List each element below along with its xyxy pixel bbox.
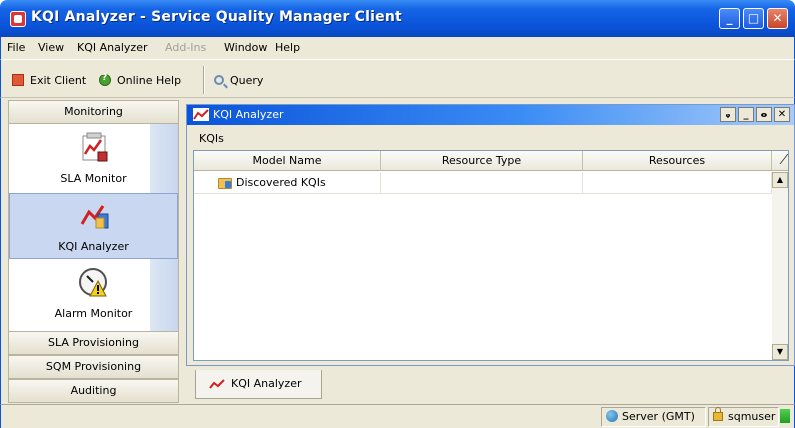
alarm-monitor-icon [79, 268, 107, 297]
scroll-down-arrow[interactable]: ▼ [772, 344, 788, 360]
help-icon [99, 73, 111, 86]
kqis-label: KQIs [199, 132, 224, 145]
inner-restore-button[interactable]: ⴰ [756, 107, 772, 122]
menu-view[interactable]: View [38, 41, 64, 54]
exit-icon [12, 74, 24, 86]
vertical-scrollbar[interactable]: ▲ ▼ [772, 172, 788, 360]
row-model-name: Discovered KQIs [236, 176, 326, 189]
query-button[interactable]: Query [214, 72, 263, 88]
nav-alarm-monitor[interactable]: Alarm Monitor [9, 261, 178, 327]
navigation-panel: Monitoring SLA Monitor KQI Analyzer Alar… [8, 100, 179, 403]
inner-close-button[interactable]: ✕ [774, 107, 790, 122]
server-label: Server (GMT) [622, 410, 695, 423]
menu-window[interactable]: Window [224, 41, 267, 54]
inner-title-bar: KQI Analyzer ᵩ _ ⴰ ✕ [187, 105, 794, 125]
cell-model-name: Discovered KQIs [194, 172, 381, 194]
inner-minimize-button[interactable]: _ [738, 107, 754, 122]
column-model-name[interactable]: Model Name [194, 151, 381, 171]
tab-label: KQI Analyzer [231, 377, 302, 390]
status-bar: Server (GMT) sqmuser [0, 404, 795, 428]
connection-indicator [780, 409, 790, 423]
menu-bar: File View KQI Analyzer Add-Ins Window He… [0, 37, 795, 59]
scroll-up-arrow[interactable]: ▲ [772, 172, 788, 188]
kqi-table: Model Name Resource Type Resources ⁄ Dis… [193, 150, 789, 361]
menu-help[interactable]: Help [275, 41, 300, 54]
menu-file[interactable]: File [7, 41, 25, 54]
nav-sla-monitor[interactable]: SLA Monitor [9, 126, 178, 192]
toolbar-separator [203, 66, 205, 94]
nav-kqi-analyzer[interactable]: KQI Analyzer [9, 193, 178, 259]
magnifier-icon [214, 75, 224, 85]
kqi-analyzer-icon [193, 108, 209, 121]
alarm-monitor-label: Alarm Monitor [54, 307, 133, 320]
title-bar: KQI Analyzer - Service Quality Manager C… [0, 0, 795, 37]
globe-icon [606, 410, 618, 422]
maximize-button[interactable]: □ [743, 8, 764, 29]
pin-button[interactable]: ᵩ [720, 107, 736, 122]
kqi-analyzer-label: KQI Analyzer [58, 240, 129, 253]
menu-kqi-analyzer[interactable]: KQI Analyzer [77, 41, 147, 54]
cell-resource-type [381, 172, 583, 194]
exit-client-button[interactable]: Exit Client [12, 72, 86, 88]
kqi-analyzer-icon [209, 379, 225, 389]
query-label: Query [230, 73, 264, 87]
sla-provisioning-header[interactable]: SLA Provisioning [8, 331, 179, 355]
window-title: KQI Analyzer - Service Quality Manager C… [31, 9, 402, 25]
toolbar: Exit Client Online Help Query [0, 59, 795, 98]
column-resource-type[interactable]: Resource Type [381, 151, 583, 171]
folder-icon [218, 177, 232, 189]
monitoring-header[interactable]: Monitoring [8, 100, 179, 124]
app-icon[interactable] [10, 11, 26, 27]
online-help-label: Online Help [117, 73, 182, 87]
sqm-provisioning-header[interactable]: SQM Provisioning [8, 355, 179, 379]
column-chooser-icon[interactable]: ⁄ [783, 153, 785, 168]
tab-kqi-analyzer[interactable]: KQI Analyzer [195, 370, 322, 399]
kqi-analyzer-window: KQI Analyzer ᵩ _ ⴰ ✕ KQIs Model Name Res… [186, 104, 795, 366]
server-status: Server (GMT) [601, 407, 706, 427]
exit-client-label: Exit Client [30, 73, 87, 87]
lock-icon [713, 407, 723, 421]
table-row[interactable]: Discovered KQIs [194, 172, 772, 194]
minimize-button[interactable]: _ [719, 8, 740, 29]
sla-monitor-icon [82, 132, 108, 162]
table-header: Model Name Resource Type Resources ⁄ [194, 151, 788, 171]
user-label: sqmuser [728, 410, 776, 423]
monitoring-panel: SLA Monitor KQI Analyzer Alarm Monitor [8, 124, 179, 331]
kqi-analyzer-icon [80, 205, 109, 229]
column-resources[interactable]: Resources [583, 151, 772, 171]
cell-resources [583, 172, 772, 194]
inner-window-title: KQI Analyzer [213, 108, 284, 121]
auditing-header[interactable]: Auditing [8, 379, 179, 403]
menu-add-ins[interactable]: Add-Ins [165, 41, 206, 54]
user-status: sqmuser [708, 407, 779, 427]
sla-monitor-label: SLA Monitor [60, 172, 127, 185]
online-help-button[interactable]: Online Help [99, 72, 181, 88]
close-button[interactable]: ✕ [767, 8, 788, 29]
